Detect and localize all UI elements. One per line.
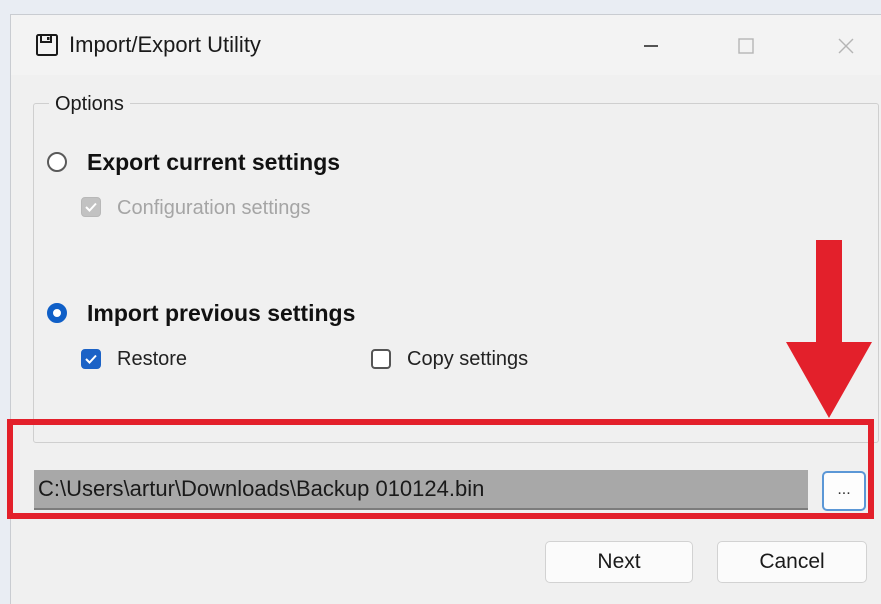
copy-settings-checkbox[interactable] [371,349,391,369]
maximize-icon [738,38,754,54]
configuration-settings-label: Configuration settings [117,197,311,219]
highlight-box [7,419,874,519]
restore-checkbox[interactable] [81,349,101,369]
checkmark-icon [85,354,97,364]
restore-label[interactable]: Restore [117,348,187,371]
close-button[interactable] [826,29,866,63]
next-button[interactable]: Next [545,541,693,583]
export-radio-label[interactable]: Export current settings [87,149,340,176]
minimize-button[interactable] [631,29,671,63]
title-bar[interactable]: Import/Export Utility [11,15,881,75]
window-title: Import/Export Utility [69,32,261,57]
close-icon [838,38,854,54]
floppy-disk-icon [36,34,58,56]
import-radio[interactable] [47,303,67,323]
configuration-settings-checkbox [81,197,101,217]
export-radio[interactable] [47,152,67,172]
checkmark-icon [85,202,97,212]
cancel-button[interactable]: Cancel [717,541,867,583]
arrow-down-icon [786,240,872,418]
maximize-button[interactable] [726,29,766,63]
minimize-icon [644,45,658,47]
options-legend: Options [49,93,130,116]
import-radio-label[interactable]: Import previous settings [87,300,355,327]
copy-settings-label[interactable]: Copy settings [407,348,528,371]
